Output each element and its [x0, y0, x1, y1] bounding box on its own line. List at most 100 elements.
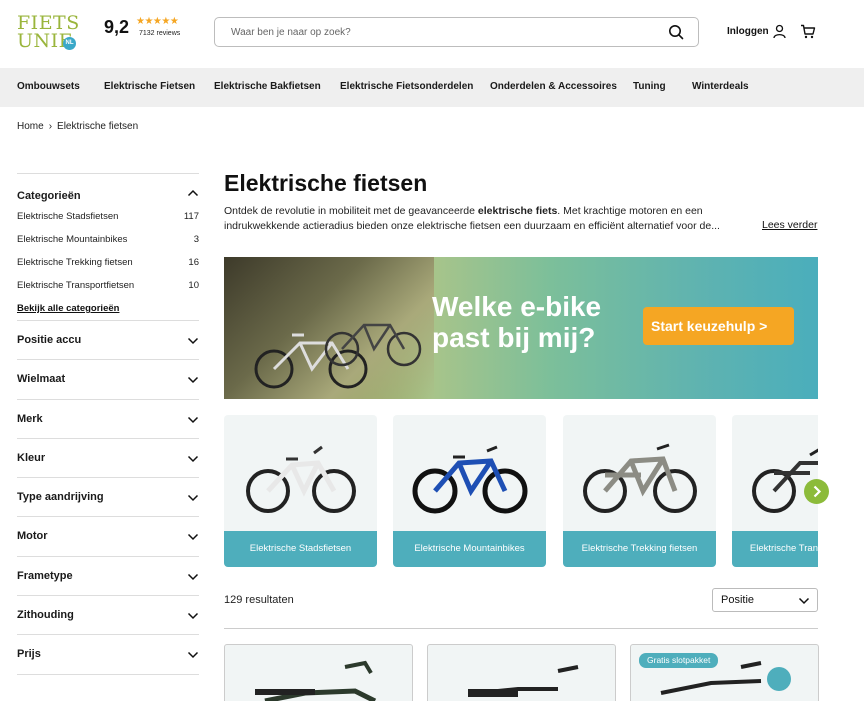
- category-item[interactable]: Elektrische Transportfietsen 10: [17, 280, 199, 291]
- search-icon[interactable]: [668, 24, 684, 40]
- category-card-label: Elektrische Stadsfietsen: [224, 531, 377, 567]
- filter-positie-accu[interactable]: Positie accu: [17, 320, 199, 359]
- sort-value: Positie: [721, 594, 755, 606]
- filter-zithouding[interactable]: Zithouding: [17, 595, 199, 634]
- chevron-down-icon: [798, 597, 810, 605]
- start-keuzehulp-button[interactable]: Start keuzehulp >: [643, 307, 794, 345]
- filter-title: Positie accu: [17, 334, 82, 346]
- product-card[interactable]: Gratis slotpakket: [630, 644, 819, 701]
- product-image: [255, 660, 377, 701]
- filter-title: Wielmaat: [17, 373, 66, 386]
- banner-headline-line2: past bij mij?: [432, 322, 596, 353]
- category-count: 3: [193, 234, 199, 245]
- filter-type-aandrijving[interactable]: Type aandrijving: [17, 477, 199, 516]
- carousel-next-button[interactable]: [804, 479, 829, 504]
- chevron-down-icon: [187, 652, 199, 659]
- category-card-label: Elektrische Mountainbikes: [393, 531, 546, 567]
- main-nav: Ombouwsets Elektrische Fietsen Elektrisc…: [0, 68, 864, 107]
- filter-title: Motor: [17, 530, 48, 543]
- filter-title: Type aandrijving: [17, 491, 104, 504]
- nav-item-elektrische-fietsen[interactable]: Elektrische Fietsen: [104, 81, 195, 92]
- logo[interactable]: FIETS UNIE NL: [17, 14, 79, 52]
- product-card[interactable]: [224, 644, 413, 701]
- nav-item-elektrische-fietsonderdelen[interactable]: Elektrische Fietsonderdelen: [340, 81, 473, 92]
- rating-score: 9,2: [104, 17, 130, 37]
- bike-image: [246, 445, 356, 513]
- nav-item-elektrische-bakfietsen[interactable]: Elektrische Bakfietsen: [214, 81, 321, 92]
- bike-image: [412, 445, 528, 514]
- category-card-stadsfietsen[interactable]: Elektrische Stadsfietsen: [224, 415, 377, 567]
- chevron-down-icon: [187, 573, 199, 580]
- read-more-link[interactable]: Lees verder: [762, 219, 817, 231]
- results-count: 129 resultaten: [224, 594, 294, 606]
- rating-stars-icon: ★★★★★: [136, 16, 179, 27]
- search-input[interactable]: [231, 18, 661, 46]
- user-icon[interactable]: [772, 24, 787, 39]
- nav-item-winterdeals[interactable]: Winterdeals: [692, 81, 749, 92]
- intro-text-bold: elektrische fiets: [477, 205, 558, 217]
- sort-select[interactable]: Positie: [712, 588, 818, 612]
- filter-title: Prijs: [17, 648, 41, 661]
- sidebar-divider: [17, 673, 199, 675]
- breadcrumb-home[interactable]: Home: [17, 121, 44, 132]
- banner-headline-line1: Welke e-bike: [432, 291, 602, 322]
- chevron-down-icon: [187, 455, 199, 462]
- category-label: Elektrische Trekking fietsen: [17, 257, 133, 268]
- all-categories-link[interactable]: Bekijk alle categorieën: [17, 303, 119, 314]
- category-count: 117: [183, 211, 199, 222]
- categories-filter: Categorieën Elektrische Stadsfietsen 117…: [17, 173, 199, 320]
- gratis-slotpakket-badge: Gratis slotpakket: [639, 653, 719, 668]
- chevron-down-icon: [187, 416, 199, 423]
- rating-widget[interactable]: 9,2 ★★★★★ 7132 reviews: [104, 16, 194, 42]
- search-bar: [214, 17, 699, 47]
- chevron-up-icon[interactable]: [187, 189, 199, 197]
- category-card-trekking[interactable]: Elektrische Trekking fietsen: [563, 415, 716, 567]
- filter-title: Merk: [17, 412, 43, 425]
- chevron-right-icon: ›: [48, 121, 53, 132]
- results-divider: [224, 628, 818, 629]
- category-card-mountainbikes[interactable]: Elektrische Mountainbikes: [393, 415, 546, 567]
- filter-wielmaat[interactable]: Wielmaat: [17, 359, 199, 398]
- filter-prijs[interactable]: Prijs: [17, 634, 199, 673]
- category-label: Elektrische Transportfietsen: [17, 280, 135, 291]
- filter-merk[interactable]: Merk: [17, 398, 199, 438]
- filter-title: Frametype: [17, 569, 73, 582]
- category-card-label: Elektrische Transportfietsen: [732, 531, 818, 567]
- nav-item-tuning[interactable]: Tuning: [633, 81, 666, 92]
- chevron-down-icon: [187, 613, 199, 620]
- chevron-down-icon: [187, 337, 199, 345]
- chevron-down-icon: [187, 377, 199, 384]
- keuzehulp-banner[interactable]: Welke e-bike past bij mij? Start keuzehu…: [224, 257, 818, 399]
- category-item[interactable]: Elektrische Stadsfietsen 117: [17, 211, 199, 222]
- breadcrumb: Home › Elektrische fietsen: [17, 121, 138, 132]
- bike-image: [583, 443, 697, 513]
- categories-title[interactable]: Categorieën: [17, 190, 81, 202]
- banner-headline: Welke e-bike past bij mij?: [432, 291, 601, 353]
- filter-kleur[interactable]: Kleur: [17, 437, 199, 477]
- banner-bike-image-2: [324, 323, 422, 367]
- intro-text: Ontdek de revolutie in mobiliteit met de…: [224, 204, 744, 234]
- nav-item-ombouwsets[interactable]: Ombouwsets: [17, 81, 80, 92]
- chevron-down-icon: [187, 495, 199, 502]
- nav-item-onderdelen-accessoires[interactable]: Onderdelen & Accessoires: [490, 81, 617, 92]
- category-item[interactable]: Elektrische Trekking fietsen 16: [17, 257, 199, 268]
- filter-title: Kleur: [17, 451, 46, 464]
- category-count: 16: [188, 257, 199, 268]
- header: FIETS UNIE NL 9,2 ★★★★★ 7132 reviews Inl…: [0, 0, 864, 68]
- category-label: Elektrische Stadsfietsen: [17, 211, 119, 222]
- category-label: Elektrische Mountainbikes: [17, 234, 128, 245]
- filter-motor[interactable]: Motor: [17, 516, 199, 555]
- cart-icon[interactable]: [800, 24, 816, 39]
- category-carousel: Elektrische Stadsfietsen Elektrische Mou…: [224, 415, 818, 568]
- category-card-label: Elektrische Trekking fietsen: [563, 531, 716, 567]
- product-card[interactable]: [427, 644, 616, 701]
- page-title: Elektrische fietsen: [224, 170, 428, 196]
- category-item[interactable]: Elektrische Mountainbikes 3: [17, 234, 199, 245]
- product-image: [468, 665, 579, 697]
- logo-badge: NL: [63, 37, 76, 50]
- login-link[interactable]: Inloggen: [727, 26, 769, 37]
- filter-frametype[interactable]: Frametype: [17, 555, 199, 595]
- filter-title: Zithouding: [17, 609, 74, 622]
- filter-sidebar: Categorieën Elektrische Stadsfietsen 117…: [17, 173, 199, 675]
- category-count: 10: [188, 280, 199, 291]
